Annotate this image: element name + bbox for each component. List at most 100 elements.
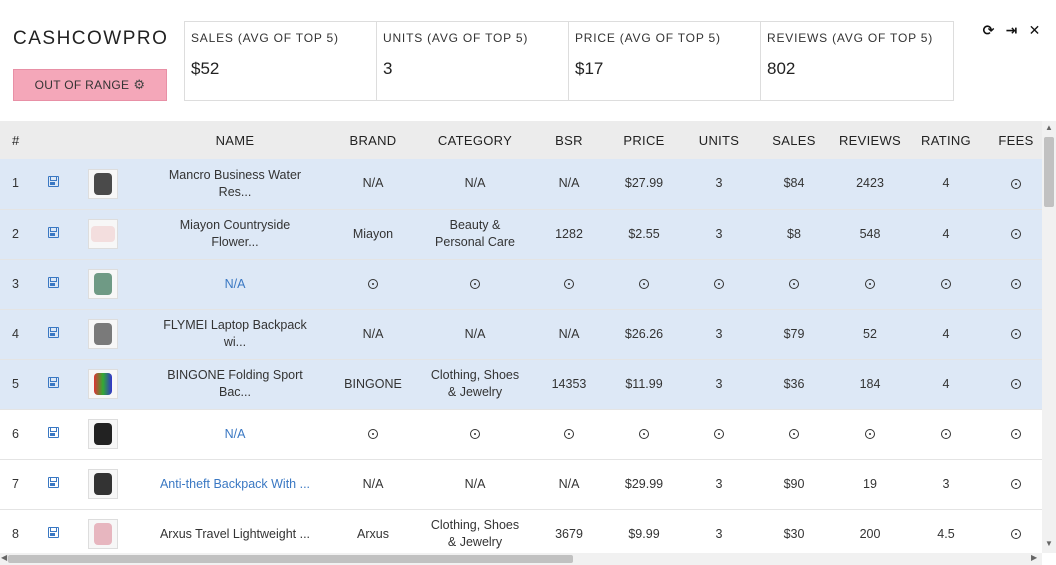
brand-cell	[334, 259, 412, 310]
out-of-range-button[interactable]: OUT OF RANGE ⚙	[13, 69, 167, 101]
header-bsr[interactable]: BSR	[538, 121, 600, 159]
rating-cell: 4	[902, 209, 990, 260]
save-icon[interactable]	[47, 476, 59, 488]
header-category[interactable]: CATEGORY	[412, 121, 538, 159]
fees-info-icon[interactable]	[1011, 178, 1021, 189]
header-sales[interactable]: SALES	[750, 121, 838, 159]
product-thumbnail[interactable]	[88, 269, 118, 299]
scroll-right-icon[interactable]: ▶	[1031, 553, 1037, 562]
product-thumbnail[interactable]	[88, 319, 118, 349]
fees-info-icon[interactable]	[1011, 429, 1021, 440]
row-number: 2	[0, 209, 36, 260]
thumbnail-cell	[70, 159, 136, 210]
unavailable-icon	[564, 279, 574, 290]
close-icon[interactable]: ✕	[1026, 22, 1043, 39]
fees-info-icon[interactable]	[1011, 479, 1021, 490]
header-brand[interactable]: BRAND	[334, 121, 412, 159]
unavailable-icon	[564, 429, 574, 440]
bsr-cell	[538, 259, 600, 310]
product-link[interactable]: N/A	[225, 277, 246, 291]
stat-label: REVIEWS (AVG OF TOP 5)	[767, 31, 934, 45]
stat-reviews: REVIEWS (AVG OF TOP 5) 802	[761, 22, 953, 100]
save-icon[interactable]	[47, 276, 59, 288]
product-name[interactable]: Arxus Travel Lightweight ...	[136, 509, 334, 553]
table-header-row: # NAME BRAND CATEGORY BSR PRICE UNITS SA…	[0, 121, 1042, 159]
thumbnail-cell	[70, 359, 136, 410]
scroll-left-icon[interactable]: ◀	[1, 553, 7, 562]
table-row: 2 Miayon Countryside Flower... Miayon Bea…	[0, 209, 1042, 260]
row-number: 6	[0, 409, 36, 460]
header-num[interactable]: #	[0, 121, 36, 159]
product-thumbnail[interactable]	[88, 219, 118, 249]
unavailable-icon	[941, 429, 951, 440]
header-units[interactable]: UNITS	[688, 121, 750, 159]
save-icon[interactable]	[47, 526, 59, 538]
category-cell: Beauty & Personal Care	[412, 209, 538, 260]
header-reviews[interactable]: REVIEWS	[838, 121, 902, 159]
category-cell	[412, 409, 538, 460]
save-icon[interactable]	[47, 176, 59, 188]
sales-cell	[750, 259, 838, 310]
rating-cell: 4.5	[902, 509, 990, 553]
save-icon[interactable]	[47, 226, 59, 238]
thumbnail-cell	[70, 459, 136, 510]
product-name[interactable]: Miayon Countryside Flower...	[136, 209, 334, 260]
fees-info-icon[interactable]	[1011, 329, 1021, 340]
product-thumbnail[interactable]	[88, 419, 118, 449]
product-link[interactable]: N/A	[225, 427, 246, 441]
stat-value: 3	[383, 59, 393, 78]
fees-info-icon[interactable]	[1011, 529, 1021, 540]
brand-cell: N/A	[334, 159, 412, 210]
header-fees[interactable]: FEES	[990, 121, 1042, 159]
save-icon[interactable]	[47, 326, 59, 338]
category-cell: N/A	[412, 309, 538, 360]
save-icon[interactable]	[47, 426, 59, 438]
save-cell	[36, 459, 70, 510]
reviews-cell: 184	[838, 359, 902, 410]
fees-info-icon[interactable]	[1011, 229, 1021, 240]
product-name[interactable]: N/A	[136, 409, 334, 460]
product-thumbnail[interactable]	[88, 469, 118, 499]
header-name[interactable]: NAME	[136, 121, 334, 159]
save-cell	[36, 209, 70, 260]
unavailable-icon	[714, 279, 724, 290]
name-line: FLYMEI Laptop Backpack	[163, 318, 307, 332]
refresh-icon[interactable]: ⟳	[980, 22, 997, 39]
fees-info-icon[interactable]	[1011, 379, 1021, 390]
results-table: # NAME BRAND CATEGORY BSR PRICE UNITS SA…	[0, 121, 1042, 553]
product-thumbnail[interactable]	[88, 519, 118, 549]
price-cell: $26.26	[600, 309, 688, 360]
product-link[interactable]: Anti-theft Backpack With ...	[160, 477, 310, 491]
product-name[interactable]: Mancro Business Water Res...	[136, 159, 334, 210]
product-name[interactable]: Anti-theft Backpack With ...	[136, 459, 334, 510]
product-name[interactable]: N/A	[136, 259, 334, 310]
horizontal-scroll-thumb[interactable]	[8, 555, 573, 563]
sales-cell: $8	[750, 209, 838, 260]
row-number: 1	[0, 159, 36, 210]
product-name[interactable]: BINGONE Folding Sport Bac...	[136, 359, 334, 410]
export-icon[interactable]: ⇥	[1003, 22, 1020, 39]
name-line: Bac...	[219, 385, 251, 399]
header-rating[interactable]: RATING	[902, 121, 990, 159]
vertical-scrollbar[interactable]: ▲ ▼	[1042, 121, 1056, 553]
vertical-scroll-thumb[interactable]	[1044, 137, 1054, 207]
product-name[interactable]: FLYMEI Laptop Backpack wi...	[136, 309, 334, 360]
name-line: BINGONE Folding Sport	[167, 368, 303, 382]
fees-cell	[990, 209, 1042, 260]
save-icon[interactable]	[47, 376, 59, 388]
brand-cell: Miayon	[334, 209, 412, 260]
thumbnail-cell	[70, 259, 136, 310]
table-row: 4 FLYMEI Laptop Backpack wi... N/A N/A N/…	[0, 309, 1042, 360]
name-line: Res...	[218, 184, 252, 199]
header-price[interactable]: PRICE	[600, 121, 688, 159]
fees-info-icon[interactable]	[1011, 279, 1021, 290]
horizontal-scrollbar[interactable]: ◀ ▶	[0, 553, 1042, 565]
product-thumbnail[interactable]	[88, 168, 118, 199]
units-cell: 3	[688, 459, 750, 510]
scroll-down-icon[interactable]: ▼	[1045, 539, 1053, 548]
scroll-up-icon[interactable]: ▲	[1045, 123, 1053, 132]
price-cell	[600, 409, 688, 460]
product-thumbnail[interactable]	[88, 369, 118, 399]
sales-cell: $84	[750, 159, 838, 210]
save-cell	[36, 359, 70, 410]
